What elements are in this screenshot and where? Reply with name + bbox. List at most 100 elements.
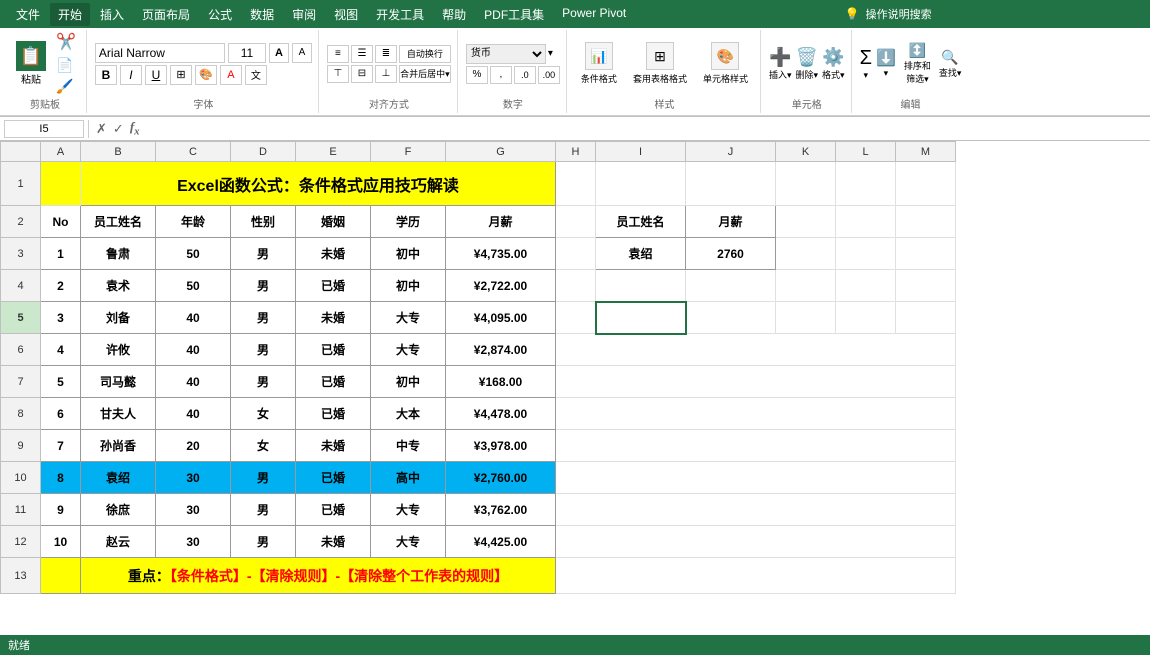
cell-c3[interactable]: 50 <box>156 238 231 270</box>
cell-b4[interactable]: 袁术 <box>81 270 156 302</box>
insert-cell-btn[interactable]: ➕ 插入▾ <box>769 47 792 81</box>
cell-b5[interactable]: 刘备 <box>81 302 156 334</box>
menu-file[interactable]: 文件 <box>8 3 48 26</box>
cell-styles-btn[interactable]: 🎨 单元格样式 <box>697 40 754 87</box>
cell-a5[interactable]: 3 <box>41 302 81 334</box>
cell-f12[interactable]: 大专 <box>371 526 446 558</box>
formula-input[interactable] <box>143 122 1146 136</box>
align-right-btn[interactable]: ≣ <box>375 45 397 63</box>
menu-developer[interactable]: 开发工具 <box>368 3 432 26</box>
cell-f11[interactable]: 大专 <box>371 494 446 526</box>
bot-align-btn[interactable]: ⊥ <box>375 65 397 83</box>
cell-f7[interactable]: 初中 <box>371 366 446 398</box>
italic-button[interactable]: I <box>120 65 142 85</box>
confirm-formula-icon[interactable]: ✓ <box>110 121 127 137</box>
delete-cell-btn[interactable]: 🗑️ 删除▾ <box>796 47 819 81</box>
cell-f10[interactable]: 高中 <box>371 462 446 494</box>
cell-c2[interactable]: 年龄 <box>156 206 231 238</box>
format-painter-button[interactable]: 🖌️ <box>54 77 78 95</box>
cell-k4[interactable] <box>776 270 836 302</box>
cell-h10-rest[interactable] <box>556 462 956 494</box>
cell-a10[interactable]: 8 <box>41 462 81 494</box>
col-header-j[interactable]: J <box>686 142 776 162</box>
insert-function-icon[interactable]: fx <box>127 119 143 138</box>
cell-i3[interactable]: 袁绍 <box>596 238 686 270</box>
cell-a12[interactable]: 10 <box>41 526 81 558</box>
underline-button[interactable]: U <box>145 65 167 85</box>
cell-g9[interactable]: ¥3,978.00 <box>446 430 556 462</box>
cell-f6[interactable]: 大专 <box>371 334 446 366</box>
decimal-dec-btn[interactable]: .00 <box>538 66 560 84</box>
cell-a8[interactable]: 6 <box>41 398 81 430</box>
bold-button[interactable]: B <box>95 65 117 85</box>
cell-g10[interactable]: ¥2,760.00 <box>446 462 556 494</box>
cell-m1[interactable] <box>896 162 956 206</box>
top-align-btn[interactable]: ⊤ <box>327 65 349 83</box>
cell-h9-rest[interactable] <box>556 430 956 462</box>
cell-b11[interactable]: 徐庶 <box>81 494 156 526</box>
cell-f2[interactable]: 学历 <box>371 206 446 238</box>
special-format-button[interactable]: 文 <box>245 65 267 85</box>
cell-l3[interactable] <box>836 238 896 270</box>
search-label[interactable]: 操作说明搜索 <box>866 6 932 22</box>
cell-c12[interactable]: 30 <box>156 526 231 558</box>
cell-h6-rest[interactable] <box>556 334 956 366</box>
cell-d4[interactable]: 男 <box>231 270 296 302</box>
col-header-f[interactable]: F <box>371 142 446 162</box>
cell-j5[interactable] <box>686 302 776 334</box>
cell-g4[interactable]: ¥2,722.00 <box>446 270 556 302</box>
col-header-a[interactable]: A <box>41 142 81 162</box>
cell-f8[interactable]: 大本 <box>371 398 446 430</box>
cell-d10[interactable]: 男 <box>231 462 296 494</box>
cell-e3[interactable]: 未婚 <box>296 238 371 270</box>
cell-i1[interactable] <box>596 162 686 206</box>
cancel-formula-icon[interactable]: ✗ <box>93 121 110 137</box>
menu-home[interactable]: 开始 <box>50 3 90 26</box>
cell-e10[interactable]: 已婚 <box>296 462 371 494</box>
decimal-inc-btn[interactable]: .0 <box>514 66 536 84</box>
col-header-k[interactable]: K <box>776 142 836 162</box>
cell-e4[interactable]: 已婚 <box>296 270 371 302</box>
menu-data[interactable]: 数据 <box>242 3 282 26</box>
cell-g12[interactable]: ¥4,425.00 <box>446 526 556 558</box>
cell-h8-rest[interactable] <box>556 398 956 430</box>
cell-l5[interactable] <box>836 302 896 334</box>
font-color-button[interactable]: A <box>220 65 242 85</box>
cell-a11[interactable]: 9 <box>41 494 81 526</box>
mid-align-btn[interactable]: ⊟ <box>351 65 373 83</box>
wrap-text-btn[interactable]: 自动换行 <box>399 45 451 63</box>
cell-i4[interactable] <box>596 270 686 302</box>
cell-c11[interactable]: 30 <box>156 494 231 526</box>
comma-btn[interactable]: , <box>490 66 512 84</box>
cell-e11[interactable]: 已婚 <box>296 494 371 526</box>
cell-g3[interactable]: ¥4,735.00 <box>446 238 556 270</box>
cell-f3[interactable]: 初中 <box>371 238 446 270</box>
cell-h13-rest[interactable] <box>556 558 956 594</box>
cell-f4[interactable]: 初中 <box>371 270 446 302</box>
cut-button[interactable]: ✂️ <box>54 33 78 53</box>
cell-b3[interactable]: 鲁肃 <box>81 238 156 270</box>
col-header-i[interactable]: I <box>596 142 686 162</box>
find-select-btn[interactable]: 🔍 查找▾ <box>939 49 962 79</box>
cell-e12[interactable]: 未婚 <box>296 526 371 558</box>
number-dropdown-icon[interactable]: ▾ <box>548 48 553 59</box>
format-as-table-btn[interactable]: ⊞ 套用表格格式 <box>627 40 693 87</box>
menu-pdf[interactable]: PDF工具集 <box>476 3 552 26</box>
col-header-d[interactable]: D <box>231 142 296 162</box>
cell-l1[interactable] <box>836 162 896 206</box>
percent-btn[interactable]: % <box>466 66 488 84</box>
menu-view[interactable]: 视图 <box>326 3 366 26</box>
sum-btn[interactable]: Σ ▾ <box>860 47 872 81</box>
menu-review[interactable]: 审阅 <box>284 3 324 26</box>
cell-g7[interactable]: ¥168.00 <box>446 366 556 398</box>
border-button[interactable]: ⊞ <box>170 65 192 85</box>
cell-g5[interactable]: ¥4,095.00 <box>446 302 556 334</box>
cell-k1[interactable] <box>776 162 836 206</box>
cell-i5-selected[interactable] <box>596 302 686 334</box>
cell-c6[interactable]: 40 <box>156 334 231 366</box>
cell-d7[interactable]: 男 <box>231 366 296 398</box>
cell-h3[interactable] <box>556 238 596 270</box>
cell-h2[interactable] <box>556 206 596 238</box>
cell-f9[interactable]: 中专 <box>371 430 446 462</box>
cell-h11-rest[interactable] <box>556 494 956 526</box>
